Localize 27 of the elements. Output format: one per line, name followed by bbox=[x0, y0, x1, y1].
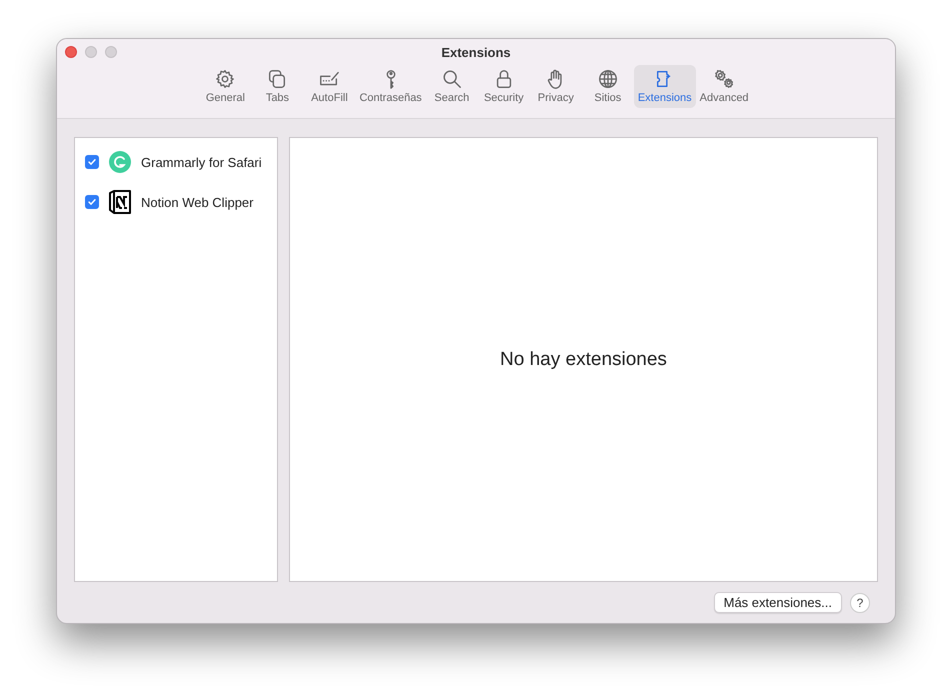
globe-icon bbox=[596, 68, 619, 90]
extension-name[interactable]: Grammarly for Safari bbox=[141, 154, 262, 170]
n-cube-icon bbox=[106, 188, 134, 216]
toolbar-tab[interactable]: General bbox=[199, 65, 252, 108]
help-button[interactable]: ? bbox=[850, 592, 870, 612]
more-extensions-button[interactable]: Más extensiones... bbox=[714, 592, 842, 613]
toolbar-tab[interactable]: AutoFill bbox=[303, 65, 356, 108]
toolbar-tab[interactable]: Search bbox=[426, 65, 478, 108]
toolbar-tab[interactable]: Contraseñas bbox=[355, 65, 426, 108]
toolbar-tab[interactable]: Extensions bbox=[634, 65, 696, 108]
gears-icon bbox=[713, 68, 736, 90]
checkbox[interactable] bbox=[85, 155, 99, 169]
window-title: Extensions bbox=[441, 45, 511, 60]
g-circle-icon bbox=[106, 148, 134, 176]
toolbar-tab[interactable]: Privacy bbox=[530, 65, 582, 108]
empty-message: No hay extensiones bbox=[500, 348, 667, 370]
toolbar-tab[interactable]: Sitios bbox=[582, 65, 634, 108]
checkmark-icon bbox=[87, 157, 97, 167]
toolbar-tab[interactable]: Security bbox=[478, 65, 530, 108]
search-icon bbox=[440, 68, 463, 90]
close-button[interactable] bbox=[65, 46, 77, 58]
extension-name[interactable]: Notion Web Clipper bbox=[141, 194, 254, 210]
toolbar-tab[interactable]: Advanced bbox=[696, 65, 753, 108]
gear-icon bbox=[214, 68, 236, 90]
toolbar-tab[interactable]: Tabs bbox=[251, 65, 304, 108]
checkmark-icon bbox=[87, 197, 97, 207]
checkbox[interactable] bbox=[85, 195, 99, 209]
